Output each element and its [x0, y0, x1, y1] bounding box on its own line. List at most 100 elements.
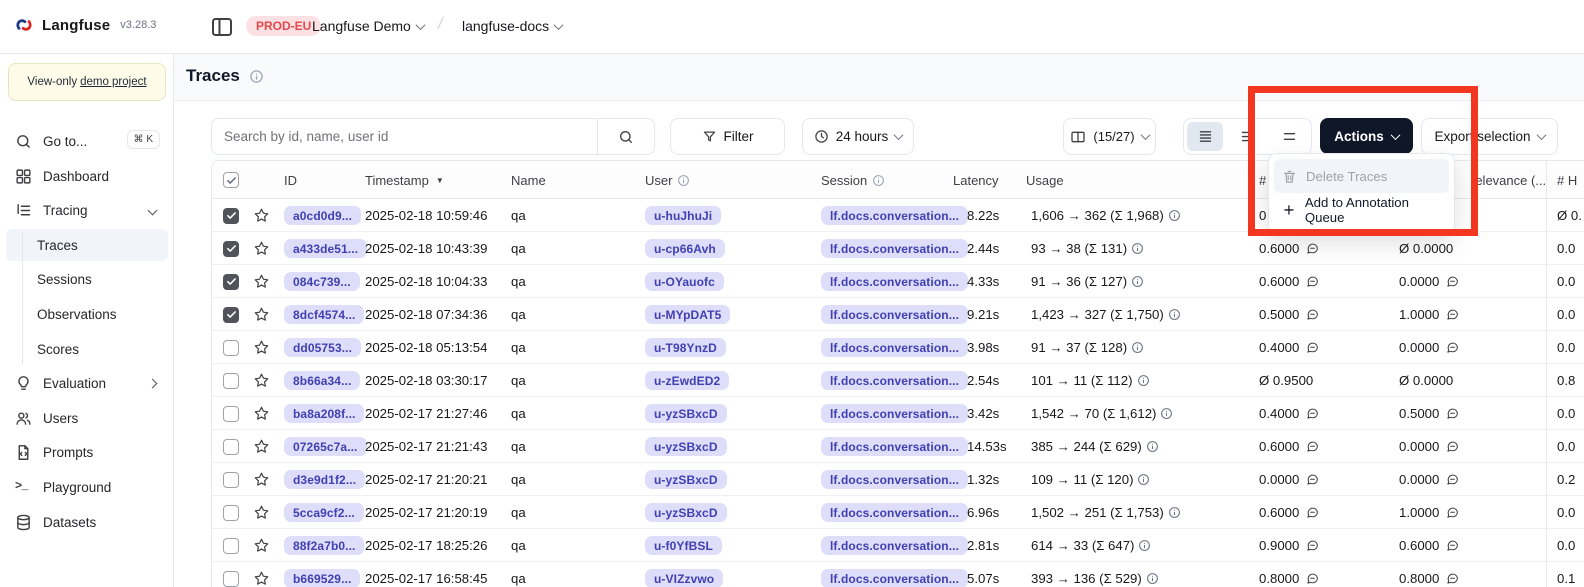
menu-item-add-to-annotation-queue[interactable]: Add to Annotation Queue — [1274, 193, 1449, 227]
session-id-badge[interactable]: lf.docs.conversation... — [821, 437, 968, 456]
user-id-badge[interactable]: u-yzSBxcD — [645, 437, 727, 456]
row-checkbox[interactable] — [223, 373, 239, 389]
table-row[interactable]: a433de51...2025-02-18 10:43:39qau-cp66Av… — [212, 232, 1584, 265]
column-header-last[interactable]: # H — [1557, 161, 1577, 199]
user-id-badge[interactable]: u-yzSBxcD — [645, 470, 727, 489]
filter-button[interactable]: Filter — [670, 118, 785, 155]
trace-id-badge[interactable]: a0cd0d9... — [284, 206, 361, 225]
user-id-badge[interactable]: u-cp66Avh — [645, 239, 725, 258]
session-id-badge[interactable]: lf.docs.conversation... — [821, 305, 968, 324]
comment-bubble-icon[interactable] — [1446, 308, 1459, 321]
bookmark-star-icon[interactable] — [253, 537, 270, 554]
select-all-checkbox[interactable] — [223, 172, 239, 188]
bookmark-star-icon[interactable] — [253, 438, 270, 455]
user-id-badge[interactable]: u-yzSBxcD — [645, 503, 727, 522]
comment-bubble-icon[interactable] — [1446, 407, 1459, 420]
breadcrumb-project[interactable]: langfuse-docs — [462, 18, 562, 34]
sidebar-item-dashboard[interactable]: Dashboard — [6, 160, 168, 192]
column-header-session[interactable]: Session — [821, 161, 885, 199]
trace-id-badge[interactable]: a433de51... — [284, 239, 367, 258]
sidebar-toggle-button[interactable] — [210, 15, 234, 39]
info-icon[interactable] — [1146, 440, 1159, 453]
user-id-badge[interactable]: u-huJhuJi — [645, 206, 721, 225]
comment-bubble-icon[interactable] — [1306, 275, 1319, 288]
bookmark-star-icon[interactable] — [253, 207, 270, 224]
sidebar-item-observations[interactable]: Observations — [6, 298, 168, 330]
row-checkbox[interactable] — [223, 406, 239, 422]
column-header-id[interactable]: ID — [284, 161, 297, 199]
comment-bubble-icon[interactable] — [1306, 242, 1319, 255]
row-checkbox[interactable] — [223, 538, 239, 554]
trace-id-badge[interactable]: b669529... — [284, 569, 360, 587]
table-row[interactable]: 8dcf4574...2025-02-18 07:34:36qau-MYpDAT… — [212, 298, 1584, 331]
row-height-small-button[interactable] — [1187, 122, 1223, 151]
trace-id-badge[interactable]: d3e9d1f2... — [284, 470, 365, 489]
table-row[interactable]: ba8a208f...2025-02-17 21:27:46qau-yzSBxc… — [212, 397, 1584, 430]
sidebar-item-datasets[interactable]: Datasets — [6, 506, 168, 538]
info-icon[interactable] — [1137, 374, 1150, 387]
bookmark-star-icon[interactable] — [253, 405, 270, 422]
session-id-badge[interactable]: lf.docs.conversation... — [821, 239, 968, 258]
trace-id-badge[interactable]: 8dcf4574... — [284, 305, 364, 324]
comment-bubble-icon[interactable] — [1446, 440, 1459, 453]
comment-bubble-icon[interactable] — [1446, 572, 1459, 585]
time-range-button[interactable]: 24 hours — [802, 118, 914, 155]
table-row[interactable]: 084c739...2025-02-18 10:04:33qau-OYauofc… — [212, 265, 1584, 298]
sidebar-item-playground[interactable]: >_Playground — [6, 471, 168, 503]
row-checkbox[interactable] — [223, 307, 239, 323]
user-id-badge[interactable]: u-f0YfBSL — [645, 536, 722, 555]
row-checkbox[interactable] — [223, 472, 239, 488]
row-checkbox[interactable] — [223, 439, 239, 455]
column-header-name[interactable]: Name — [511, 161, 546, 199]
info-icon[interactable] — [249, 69, 264, 84]
sidebar-item-users[interactable]: Users — [6, 402, 168, 434]
info-icon[interactable] — [1168, 506, 1181, 519]
sidebar-item-go-to[interactable]: Go to... ⌘ K — [6, 125, 168, 157]
breadcrumb-org[interactable]: Langfuse Demo — [312, 18, 424, 34]
row-checkbox[interactable] — [223, 241, 239, 257]
info-icon[interactable] — [1146, 572, 1159, 585]
row-checkbox[interactable] — [223, 274, 239, 290]
user-id-badge[interactable]: u-OYauofc — [645, 272, 724, 291]
table-row[interactable]: 8b66a34...2025-02-18 03:30:17qau-zEwdED2… — [212, 364, 1584, 397]
session-id-badge[interactable]: lf.docs.conversation... — [821, 503, 968, 522]
session-id-badge[interactable]: lf.docs.conversation... — [821, 404, 968, 423]
user-id-badge[interactable]: u-T98YnzD — [645, 338, 726, 357]
column-header-user[interactable]: User — [645, 161, 690, 199]
trace-id-badge[interactable]: 8b66a34... — [284, 371, 360, 390]
column-header-timestamp[interactable]: Timestamp▼ — [365, 161, 444, 199]
info-icon[interactable] — [1168, 308, 1181, 321]
table-row[interactable]: b669529...2025-02-17 16:58:45qau-VIZzvwo… — [212, 562, 1584, 587]
comment-bubble-icon[interactable] — [1306, 572, 1319, 585]
table-row[interactable]: 07265c7a...2025-02-17 21:21:43qau-yzSBxc… — [212, 430, 1584, 463]
bookmark-star-icon[interactable] — [253, 504, 270, 521]
row-checkbox[interactable] — [223, 505, 239, 521]
comment-bubble-icon[interactable] — [1306, 341, 1319, 354]
bookmark-star-icon[interactable] — [253, 273, 270, 290]
session-id-badge[interactable]: lf.docs.conversation... — [821, 272, 968, 291]
comment-bubble-icon[interactable] — [1446, 473, 1459, 486]
comment-bubble-icon[interactable] — [1306, 473, 1319, 486]
session-id-badge[interactable]: lf.docs.conversation... — [821, 569, 968, 587]
trace-id-badge[interactable]: 07265c7a... — [284, 437, 367, 456]
column-visibility-button[interactable]: (15/27) — [1063, 118, 1156, 155]
comment-bubble-icon[interactable] — [1446, 275, 1459, 288]
info-icon[interactable] — [1131, 341, 1144, 354]
bookmark-star-icon[interactable] — [253, 570, 270, 587]
user-id-badge[interactable]: u-yzSBxcD — [645, 404, 727, 423]
session-id-badge[interactable]: lf.docs.conversation... — [821, 536, 968, 555]
bookmark-star-icon[interactable] — [253, 240, 270, 257]
info-icon[interactable] — [1160, 407, 1173, 420]
demo-project-link[interactable]: demo project — [80, 76, 146, 88]
trace-id-badge[interactable]: 5cca9cf2... — [284, 503, 364, 522]
row-checkbox[interactable] — [223, 340, 239, 356]
table-row[interactable]: 5cca9cf2...2025-02-17 21:20:19qau-yzSBxc… — [212, 496, 1584, 529]
column-header-score1[interactable]: # — [1259, 161, 1266, 199]
actions-button[interactable]: Actions — [1320, 118, 1413, 154]
comment-bubble-icon[interactable] — [1306, 539, 1319, 552]
row-checkbox[interactable] — [223, 571, 239, 587]
session-id-badge[interactable]: lf.docs.conversation... — [821, 470, 968, 489]
table-row[interactable]: dd05753...2025-02-18 05:13:54qau-T98YnzD… — [212, 331, 1584, 364]
sidebar-item-scores[interactable]: Scores — [6, 333, 168, 365]
sidebar-item-prompts[interactable]: Prompts — [6, 437, 168, 469]
